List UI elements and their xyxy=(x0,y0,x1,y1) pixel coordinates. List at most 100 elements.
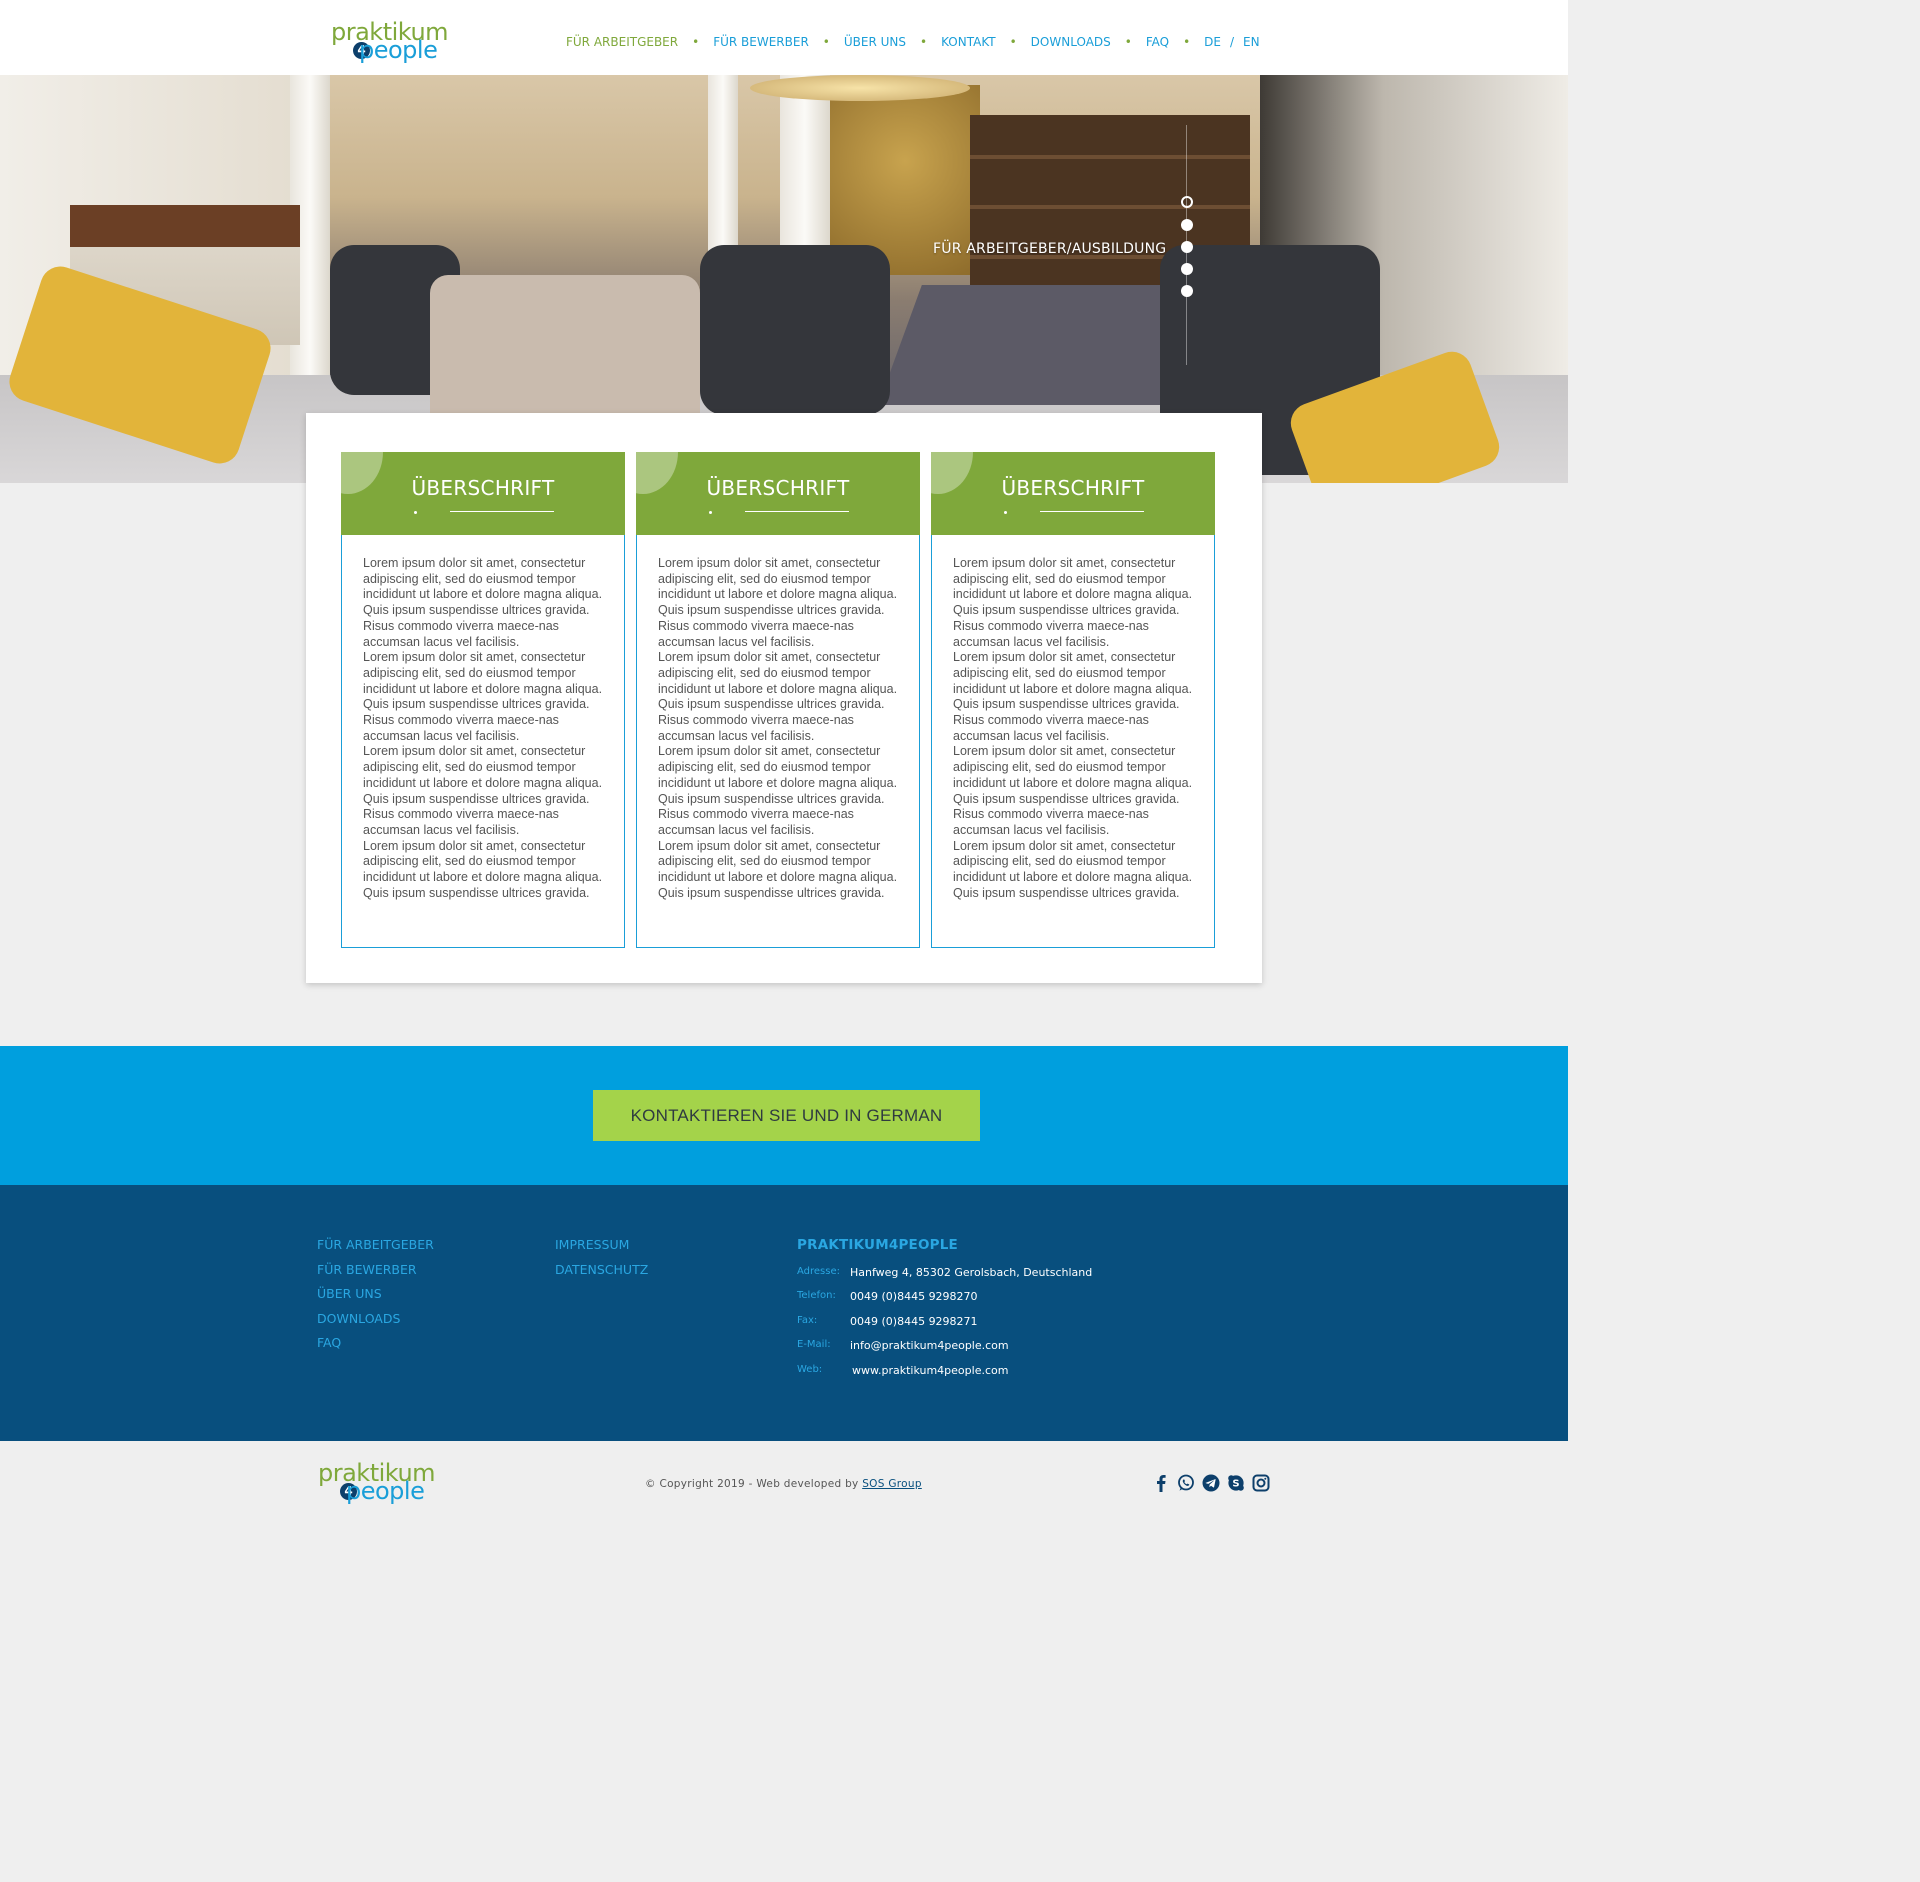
footer-link-downloads[interactable]: DOWNLOADS xyxy=(317,1311,434,1337)
info-box-paragraph: Lorem ipsum dolor sit amet, consectetur … xyxy=(658,744,898,837)
slider-dot-3[interactable] xyxy=(1181,241,1193,253)
facebook-icon[interactable] xyxy=(1152,1474,1170,1492)
nav-item-fur-arbeitgeber[interactable]: FÜR ARBEITGEBER xyxy=(566,35,678,49)
logo-text-bottom: people xyxy=(359,36,438,64)
developer-link[interactable]: SOS Group xyxy=(862,1478,922,1490)
info-box-paragraph: Lorem ipsum dolor sit amet, consectetur … xyxy=(658,838,898,900)
slider-dot-2[interactable] xyxy=(1181,219,1193,231)
content-card: ÜBERSCHRIFT Lorem ipsum dolor sit amet, … xyxy=(306,413,1262,983)
info-box-paragraph: Lorem ipsum dolor sit amet, consectetur … xyxy=(363,744,603,837)
nav-item-fur-bewerber[interactable]: FÜR BEWERBER xyxy=(713,35,809,49)
hero-title: FÜR ARBEITGEBER/AUSBILDUNG xyxy=(933,241,1167,257)
heading-underline xyxy=(745,511,849,512)
bottom-bar: praktikum 4 people © Copyright 2019 - We… xyxy=(0,1441,1568,1537)
heading-underline xyxy=(450,511,554,512)
skype-icon[interactable]: S xyxy=(1227,1474,1245,1492)
lang-de-link[interactable]: DE xyxy=(1204,35,1221,49)
heading-dot xyxy=(1004,511,1007,514)
info-box-paragraph: Lorem ipsum dolor sit amet, consectetur … xyxy=(363,650,603,743)
info-box-header: ÜBERSCHRIFT xyxy=(341,452,625,535)
svg-text:S: S xyxy=(1232,1479,1239,1490)
nav-separator: • xyxy=(822,35,830,49)
heading-dot xyxy=(414,511,417,514)
info-box-paragraph: Lorem ipsum dolor sit amet, consectetur … xyxy=(658,650,898,743)
info-box-paragraph: Lorem ipsum dolor sit amet, consectetur … xyxy=(363,838,603,900)
logo-text-bottom: people xyxy=(346,1477,425,1505)
telegram-icon[interactable] xyxy=(1202,1474,1220,1492)
nav-separator: • xyxy=(1009,35,1017,49)
contact-label: Fax: xyxy=(797,1314,818,1326)
footer-link-fur-bewerber[interactable]: FÜR BEWERBER xyxy=(317,1262,434,1288)
lang-en-link[interactable]: EN xyxy=(1243,35,1260,49)
footer-link-datenschutz[interactable]: DATENSCHUTZ xyxy=(555,1262,648,1288)
whatsapp-icon[interactable] xyxy=(1177,1474,1195,1492)
contact-row-fax: Fax: 0049 (0)8445 9298271 xyxy=(797,1315,1197,1339)
contact-value[interactable]: 0049 (0)8445 9298270 xyxy=(850,1290,978,1303)
info-box-paragraph: Lorem ipsum dolor sit amet, consectetur … xyxy=(658,556,898,649)
contact-value[interactable]: info@praktikum4people.com xyxy=(850,1339,1009,1352)
nav-item-kontakt[interactable]: KONTAKT xyxy=(941,35,996,49)
info-box: ÜBERSCHRIFT Lorem ipsum dolor sit amet, … xyxy=(341,452,625,948)
info-box-body: Lorem ipsum dolor sit amet, consectetur … xyxy=(363,556,608,901)
heading-dot xyxy=(709,511,712,514)
contact-row-address: Adresse: Hanfweg 4, 85302 Gerolsbach, De… xyxy=(797,1266,1197,1290)
slider-dot-5[interactable] xyxy=(1181,285,1193,297)
nav-item-uber-uns[interactable]: ÜBER UNS xyxy=(844,35,906,49)
footer-logo[interactable]: praktikum 4 people xyxy=(318,1461,458,1507)
slider-dot-4[interactable] xyxy=(1181,263,1193,275)
contact-row-web: Web: www.praktikum4people.com xyxy=(797,1364,1197,1388)
info-box-body: Lorem ipsum dolor sit amet, consectetur … xyxy=(658,556,903,901)
contact-row-email: E-Mail: info@praktikum4people.com xyxy=(797,1339,1197,1363)
nav-separator: • xyxy=(1124,35,1132,49)
nav-separator: • xyxy=(692,35,700,49)
social-links: S xyxy=(1152,1474,1270,1492)
cta-band: KONTAKTIEREN SIE UND IN GERMAN xyxy=(0,1046,1568,1185)
footer-link-uber-uns[interactable]: ÜBER UNS xyxy=(317,1287,434,1312)
contact-cta-button[interactable]: KONTAKTIEREN SIE UND IN GERMAN xyxy=(593,1090,980,1141)
nav-separator: • xyxy=(1183,35,1191,49)
contact-value: 0049 (0)8445 9298271 xyxy=(850,1314,978,1328)
contact-value[interactable]: www.praktikum4people.com xyxy=(852,1364,1008,1377)
hero-photo-lamp xyxy=(750,75,970,101)
info-box-paragraph: Lorem ipsum dolor sit amet, consectetur … xyxy=(953,556,1193,649)
contact-label: Adresse: xyxy=(797,1266,840,1277)
heading-underline xyxy=(1040,511,1144,512)
slider-dot-1[interactable] xyxy=(1181,196,1193,208)
info-box-header: ÜBERSCHRIFT xyxy=(636,452,920,535)
copyright-label: © Copyright 2019 - Web developed by xyxy=(645,1478,859,1490)
info-box-paragraph: Lorem ipsum dolor sit amet, consectetur … xyxy=(953,838,1193,900)
footer-contact-title: PRAKTIKUM4PEOPLE xyxy=(797,1237,958,1253)
info-box-paragraph: Lorem ipsum dolor sit amet, consectetur … xyxy=(363,556,603,649)
footer-nav-col-2: IMPRESSUM DATENSCHUTZ xyxy=(555,1238,648,1287)
footer-nav-col-1: FÜR ARBEITGEBER FÜR BEWERBER ÜBER UNS DO… xyxy=(317,1238,434,1361)
info-box-heading: ÜBERSCHRIFT xyxy=(1001,476,1145,500)
main-nav: FÜR ARBEITGEBER • FÜR BEWERBER • ÜBER UN… xyxy=(566,35,1260,49)
instagram-icon[interactable] xyxy=(1252,1474,1270,1492)
nav-item-faq[interactable]: FAQ xyxy=(1146,35,1169,49)
lang-separator: / xyxy=(1230,35,1235,49)
site-logo[interactable]: praktikum 4 people xyxy=(331,20,471,66)
footer-link-impressum[interactable]: IMPRESSUM xyxy=(555,1238,648,1263)
contact-label: Telefon: xyxy=(797,1290,836,1302)
contact-value: Hanfweg 4, 85302 Gerolsbach, Deutschland xyxy=(850,1266,1093,1279)
info-box: ÜBERSCHRIFT Lorem ipsum dolor sit amet, … xyxy=(636,452,920,948)
info-box-heading: ÜBERSCHRIFT xyxy=(706,476,850,500)
contact-label: E-Mail: xyxy=(797,1339,831,1351)
info-box: ÜBERSCHRIFT Lorem ipsum dolor sit amet, … xyxy=(931,452,1215,948)
info-box-paragraph: Lorem ipsum dolor sit amet, consectetur … xyxy=(953,650,1193,743)
hero-photo-chair xyxy=(700,245,890,415)
footer-link-fur-arbeitgeber[interactable]: FÜR ARBEITGEBER xyxy=(317,1238,434,1263)
site-footer: FÜR ARBEITGEBER FÜR BEWERBER ÜBER UNS DO… xyxy=(0,1185,1568,1441)
nav-separator: • xyxy=(920,35,928,49)
contact-label: Web: xyxy=(797,1363,823,1375)
footer-contact: PRAKTIKUM4PEOPLE Adresse: Hanfweg 4, 853… xyxy=(797,1237,1197,1388)
site-header: praktikum 4 people FÜR ARBEITGEBER • FÜR… xyxy=(0,0,1568,75)
footer-link-faq[interactable]: FAQ xyxy=(317,1336,434,1361)
info-box-body: Lorem ipsum dolor sit amet, consectetur … xyxy=(953,556,1198,901)
info-box-paragraph: Lorem ipsum dolor sit amet, consectetur … xyxy=(953,744,1193,837)
info-box-heading: ÜBERSCHRIFT xyxy=(411,476,555,500)
contact-row-phone: Telefon: 0049 (0)8445 9298270 xyxy=(797,1290,1197,1314)
info-box-header: ÜBERSCHRIFT xyxy=(931,452,1215,535)
nav-item-downloads[interactable]: DOWNLOADS xyxy=(1031,35,1111,49)
copyright-text: © Copyright 2019 - Web developed by SOS … xyxy=(645,1478,922,1490)
